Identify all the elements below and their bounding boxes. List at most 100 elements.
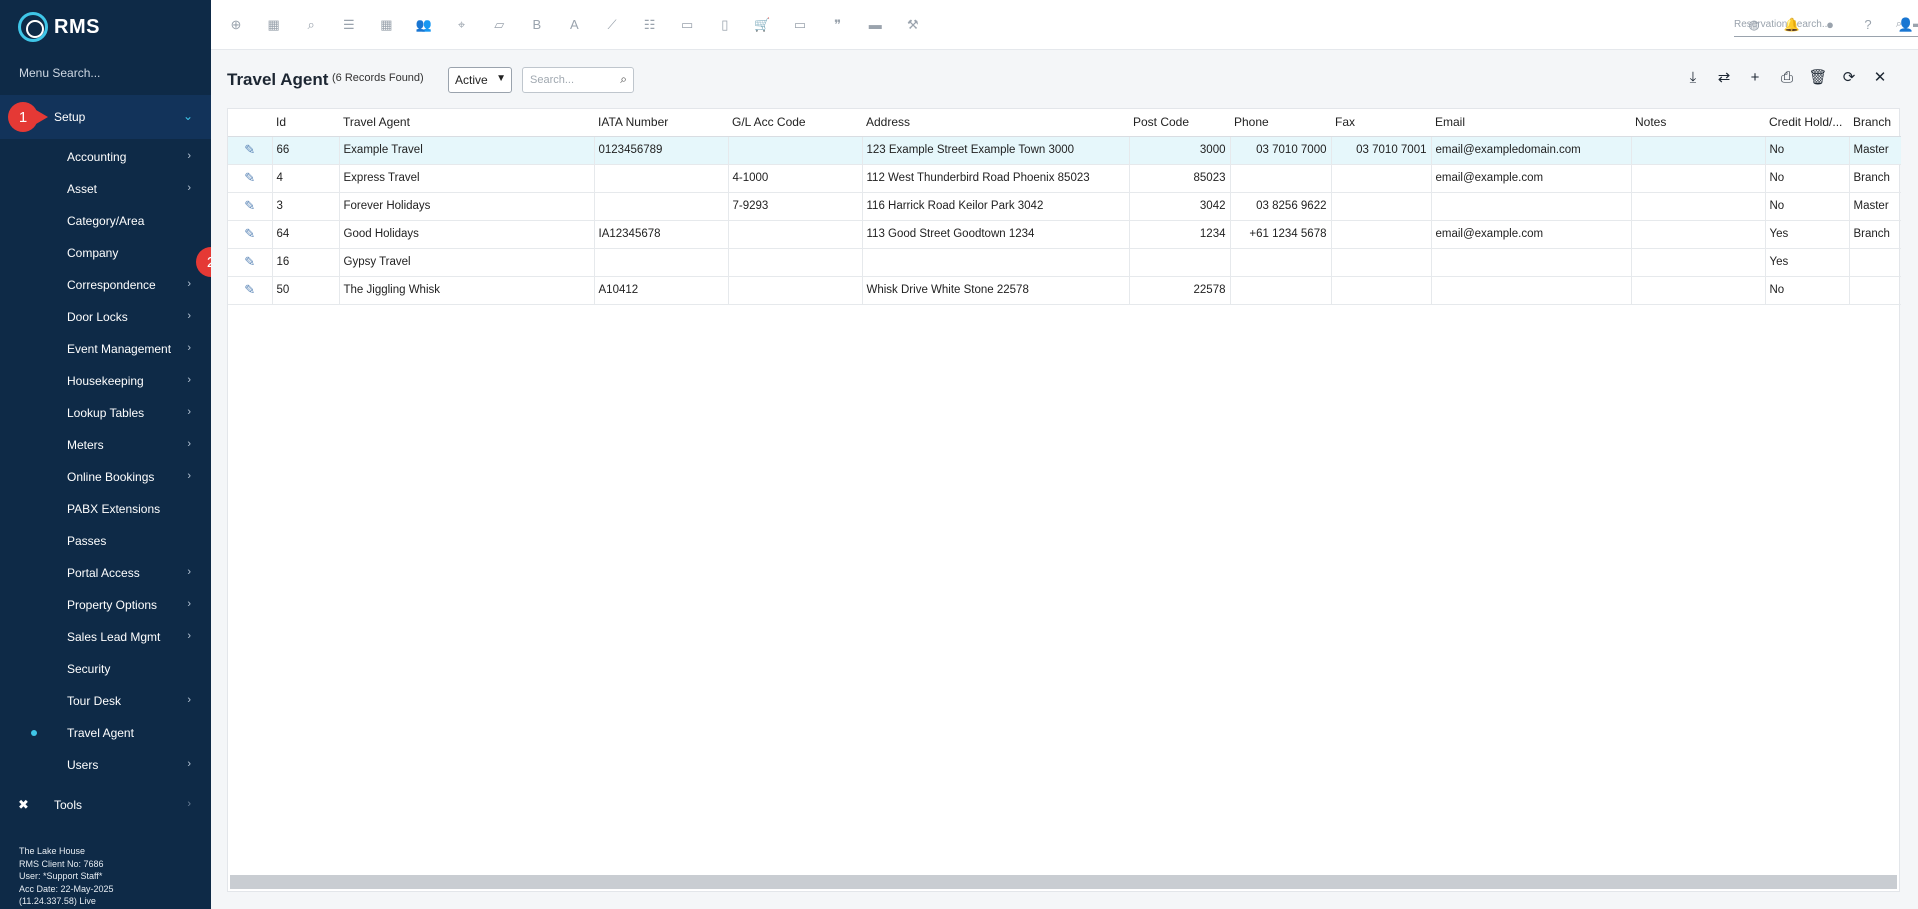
table-row[interactable]: ✎ 50 The Jiggling Whisk A10412 Whisk Drive W… (228, 276, 1901, 305)
table-row[interactable]: ✎ 16 Gypsy Travel Yes (228, 248, 1901, 277)
table-cell: 16 (271, 248, 339, 277)
print-icon[interactable]: ⎙ (1777, 68, 1797, 88)
sidebar-item-portal-access[interactable]: Portal Access › (0, 557, 211, 589)
sidebar-item-label: Lookup Tables (67, 406, 145, 420)
sidebar-item-event-management[interactable]: Event Management › (0, 333, 211, 365)
sidebar-item-company[interactable]: Company (0, 237, 211, 269)
delete-icon[interactable]: 🗑 (1808, 68, 1828, 88)
refresh-icon[interactable]: ⟳ (1839, 68, 1859, 88)
column-header[interactable]: Email (1431, 109, 1631, 137)
table-row[interactable]: ✎ 3 Forever Holidays 7-9293 116 Harrick Road… (228, 192, 1901, 221)
card-icon[interactable]: ▭ (678, 16, 696, 34)
grid-icon[interactable]: ▦ (377, 16, 395, 34)
column-header[interactable]: Phone (1230, 109, 1331, 137)
letter-a-icon[interactable]: A (565, 16, 583, 34)
search-icon[interactable]: ⌕ (302, 16, 320, 34)
sidebar-item-category-area[interactable]: Category/Area (0, 205, 211, 237)
table-cell: 03 7010 7000 (1229, 136, 1331, 165)
edit-pencil-icon[interactable]: ✎ (228, 136, 272, 165)
sidebar-item-housekeeping[interactable]: Housekeeping › (0, 365, 211, 397)
edit-pencil-icon[interactable]: ✎ (228, 192, 272, 221)
status-select[interactable]: Active ▼ (448, 67, 512, 93)
sidebar-item-label: Door Locks (67, 310, 128, 324)
horizontal-scrollbar[interactable] (230, 875, 1897, 889)
status-value: Active (455, 73, 488, 87)
table-row[interactable]: ✎ 66 Example Travel 0123456789 123 Example S… (228, 136, 1901, 165)
sidebar-item-online-bookings[interactable]: Online Bookings › (0, 461, 211, 493)
table-cell: email@example.com (1430, 220, 1631, 249)
table-row[interactable]: ✎ 4 Express Travel 4-1000 112 West Thunderbi… (228, 164, 1901, 193)
edit-pencil-icon[interactable]: ✎ (228, 220, 272, 249)
edit-pencil-icon[interactable]: ✎ (228, 164, 272, 193)
table-cell: Forever Holidays (338, 192, 594, 221)
user-icon[interactable]: 👤 (1897, 16, 1915, 34)
edit-pencil-icon[interactable]: ✎ (228, 276, 272, 305)
calendar-icon[interactable]: ▦ (265, 16, 283, 34)
map-pin-icon[interactable]: ⌖ (453, 16, 471, 34)
sliders-icon[interactable]: ☰ (340, 16, 358, 34)
column-header[interactable]: Post Code (1129, 109, 1230, 137)
help-icon[interactable]: ? (1859, 16, 1877, 34)
sidebar-item-meters[interactable]: Meters › (0, 429, 211, 461)
download-icon[interactable]: ⤓ (1683, 68, 1703, 88)
sidebar-item-pabx-extensions[interactable]: PABX Extensions (0, 493, 211, 525)
sidebar-item-accounting[interactable]: Accounting › (0, 141, 211, 173)
rms-logo[interactable]: RMS (18, 12, 100, 42)
edit-pencil-icon[interactable]: ✎ (228, 248, 272, 277)
map-icon[interactable]: ▱ (490, 16, 508, 34)
close-icon[interactable]: ✕ (1870, 68, 1890, 88)
column-header[interactable]: Id (272, 109, 339, 137)
document-icon[interactable]: ▯ (716, 16, 734, 34)
sidebar-item-travel-agent[interactable]: Travel Agent (0, 717, 211, 749)
cart-icon[interactable]: 🛒 (753, 16, 771, 34)
sidebar-item-lookup-tables[interactable]: Lookup Tables › (0, 397, 211, 429)
chevron-right-icon: › (187, 406, 191, 418)
sidebar-item-security[interactable]: Security (0, 653, 211, 685)
column-header[interactable]: Address (862, 109, 1129, 137)
chevron-right-icon: › (187, 694, 191, 706)
sidebar-item-tour-desk[interactable]: Tour Desk › (0, 685, 211, 717)
people-icon[interactable]: 👥 (415, 16, 433, 34)
search-input[interactable]: Search... ⌕ (522, 67, 634, 93)
sidebar-item-tools[interactable]: ✖ Tools › (0, 788, 211, 822)
column-header[interactable]: Credit Hold/... (1765, 109, 1849, 137)
sidebar-item-property-options[interactable]: Property Options › (0, 589, 211, 621)
merge-icon[interactable]: ⇄ (1714, 68, 1734, 88)
table-row[interactable]: ✎ 64 Good Holidays IA12345678 113 Good Stree… (228, 220, 1901, 249)
checklist-icon[interactable]: ☷ (641, 16, 659, 34)
table-cell (1630, 164, 1765, 193)
column-header[interactable]: G/L Acc Code (728, 109, 862, 137)
bold-b-icon[interactable]: B (528, 16, 546, 34)
column-header[interactable]: IATA Number (594, 109, 728, 137)
table-cell: Good Holidays (338, 220, 594, 249)
add-icon[interactable]: + (1745, 68, 1765, 88)
table-cell: The Jiggling Whisk (338, 276, 594, 305)
chat-icon[interactable]: ● (1821, 16, 1839, 34)
table-cell: Master (1848, 192, 1901, 221)
column-header[interactable]: Travel Agent (339, 109, 594, 137)
menu-search-input[interactable]: Menu Search... (19, 66, 100, 80)
hammer-icon[interactable]: ⚒ (904, 16, 922, 34)
chevron-right-icon: › (187, 182, 191, 194)
bell-icon[interactable]: 🔔 (1783, 16, 1801, 34)
chevron-right-icon: › (187, 438, 191, 450)
table-cell (727, 276, 862, 305)
column-header[interactable]: Branch (1849, 109, 1901, 137)
ticket-icon[interactable]: ▭ (791, 16, 809, 34)
sidebar-item-label: Property Options (67, 598, 158, 612)
sidebar-item-asset[interactable]: Asset › (0, 173, 211, 205)
quote-icon[interactable]: ❞ (829, 16, 847, 34)
column-header[interactable]: Notes (1631, 109, 1765, 137)
column-header[interactable]: Fax (1331, 109, 1431, 137)
plus-circle-icon[interactable]: ⊕ (227, 16, 245, 34)
globe-icon[interactable]: ◍ (1745, 16, 1763, 34)
sidebar-item-door-locks[interactable]: Door Locks › (0, 301, 211, 333)
sidebar-item-users[interactable]: Users › (0, 749, 211, 781)
sidebar-item-correspondence[interactable]: Correspondence › (0, 269, 211, 301)
line-chart-icon[interactable]: ⟋ (603, 16, 621, 34)
table-cell: 66 (271, 136, 339, 165)
bed-icon[interactable]: ▬ (866, 16, 884, 34)
table-cell (1330, 276, 1431, 305)
sidebar-item-passes[interactable]: Passes (0, 525, 211, 557)
sidebar-item-sales-lead-mgmt[interactable]: Sales Lead Mgmt › (0, 621, 211, 653)
